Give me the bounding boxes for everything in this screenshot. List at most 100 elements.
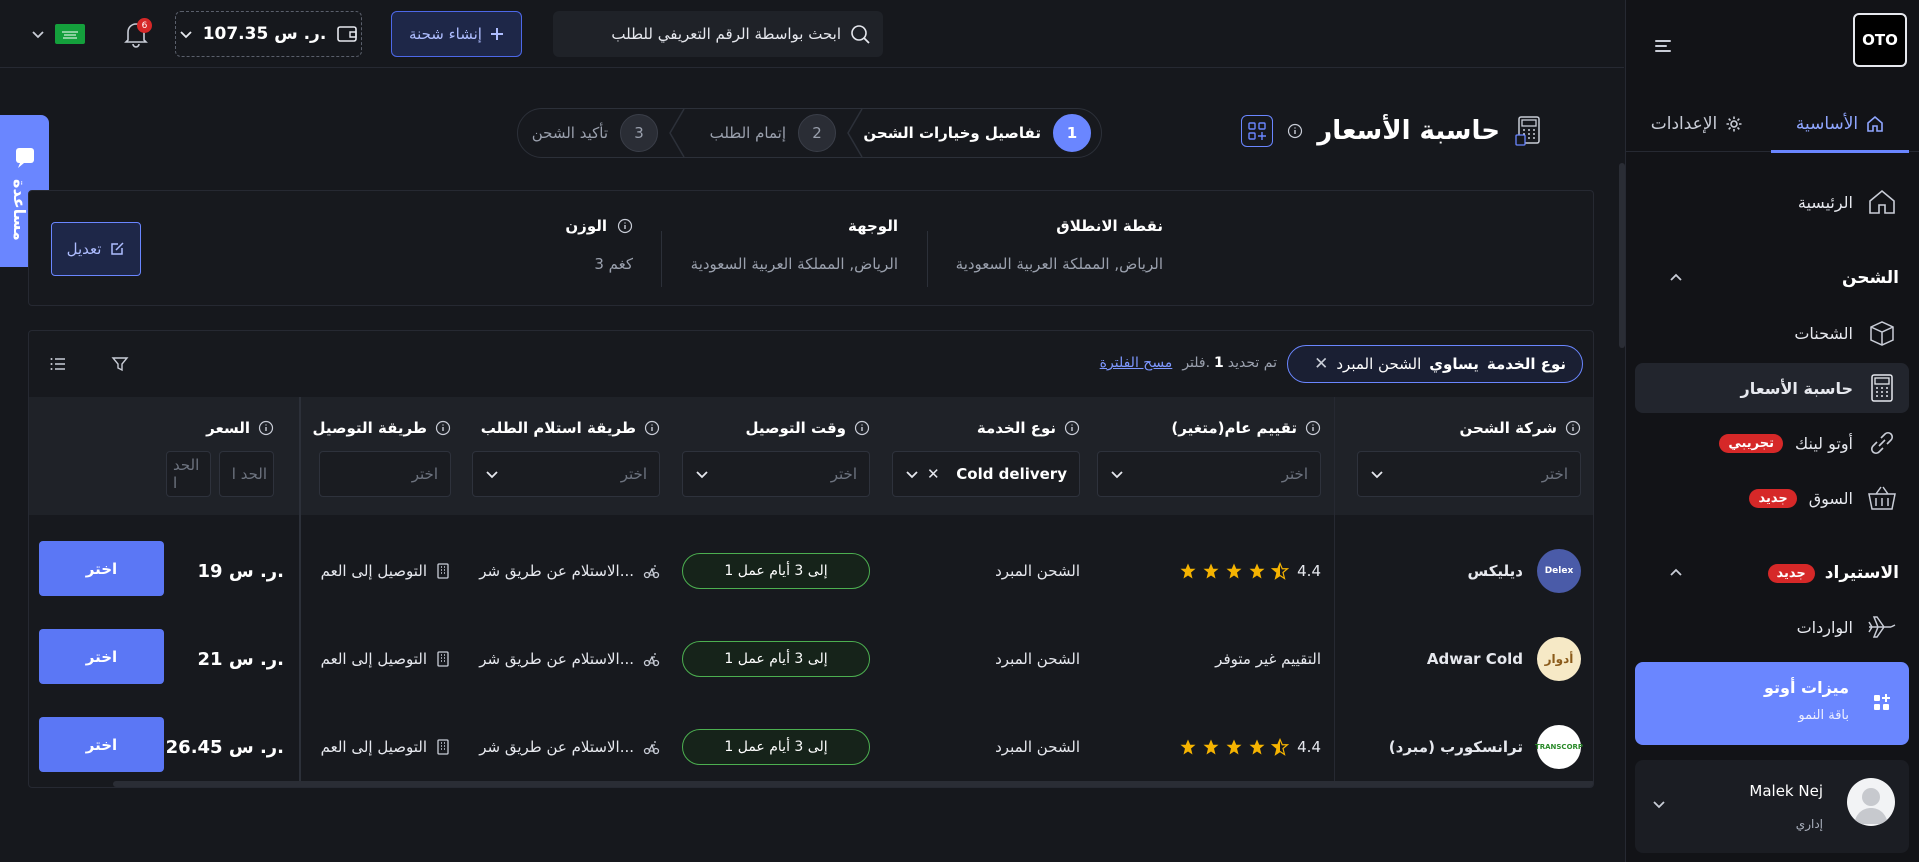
menu-collapse-icon[interactable] [1653, 36, 1673, 56]
tab-basic[interactable]: الأساسية [1771, 96, 1909, 153]
sidebar-item-price-calculator[interactable]: حاسبة الأسعار [1741, 368, 1899, 408]
service-filter-select[interactable]: ✕ Cold delivery [892, 451, 1080, 497]
sidebar-item-imports[interactable]: الواردات [1797, 607, 1899, 647]
info-icon[interactable] [258, 420, 274, 436]
results-table: ✕ الشحن المبرد يساوي نوع الخدمة مسح الفل… [28, 330, 1594, 788]
filter-info: مسح الفلترة فلتر. 1 تم تحديد [1100, 355, 1277, 371]
column-header-carrier[interactable]: شركة الشحن [1460, 419, 1581, 437]
service-cell: الشحن المبرد [995, 738, 1080, 756]
chevron-down-icon[interactable] [30, 26, 46, 42]
edit-icon [109, 241, 125, 257]
chevron-down-icon [1110, 467, 1124, 481]
create-shipment-label: إنشاء شحنة [409, 25, 482, 43]
info-icon[interactable] [1565, 420, 1581, 436]
house-icon [1865, 185, 1899, 219]
price-cell: 19 ر. س. [198, 527, 284, 615]
step-label: تأكيد الشحن [531, 124, 608, 142]
info-icon[interactable] [1287, 123, 1303, 139]
clear-filter-link[interactable]: مسح الفلترة [1100, 355, 1173, 371]
info-icon[interactable] [617, 218, 633, 234]
info-icon[interactable] [1305, 420, 1321, 436]
price-value: 26.45 ر. س. [165, 736, 284, 758]
new-badge: جديد [1767, 563, 1815, 583]
delivery-time-cell: 1 إلى 3 أيام عمل [682, 703, 870, 787]
choose-button[interactable]: اختر [39, 541, 164, 596]
step-number: 1 [1053, 114, 1091, 152]
chevron-down-icon [695, 467, 709, 481]
page-scrollbar[interactable] [1619, 163, 1625, 348]
search-input[interactable]: ابحث بواسطة الرقم التعريفي للطلب [553, 11, 883, 57]
gear-icon [1725, 115, 1743, 133]
carrier-cell: ديليكس Delex [1467, 527, 1581, 615]
info-icon[interactable] [435, 420, 451, 436]
column-header-rating[interactable]: تقييم عام(متغير) [1171, 419, 1321, 437]
apps-grid-icon[interactable] [1241, 115, 1274, 147]
wallet-balance[interactable]: 107.35 ر. س. [175, 11, 362, 57]
sidebar-item-label: حاسبة الأسعار [1740, 378, 1853, 398]
brand-logo[interactable]: OTO [1853, 13, 1907, 67]
info-icon[interactable] [854, 420, 870, 436]
active-filter-chip[interactable]: ✕ الشحن المبرد يساوي نوع الخدمة [1287, 345, 1583, 383]
delivery-time-filter-select[interactable]: اختر [682, 451, 870, 497]
weight-column: الوزن 3 كغم [565, 217, 633, 273]
weight-label: الوزن [565, 217, 607, 235]
edit-route-button[interactable]: تعديل [51, 222, 141, 276]
apps-plus-icon [1871, 692, 1893, 714]
step-label: إتمام الطلب [709, 124, 786, 142]
sidebar-item-shipments[interactable]: الشحنات [1794, 313, 1899, 353]
column-header-delivery-method[interactable]: طريقة التوصيل [312, 419, 451, 437]
chevron-up-icon[interactable] [1668, 270, 1684, 286]
section-shipping[interactable]: الشحن [1842, 263, 1899, 293]
saudi-flag-icon[interactable] [55, 24, 85, 44]
info-icon[interactable] [644, 420, 660, 436]
column-header-price[interactable]: السعر [206, 419, 274, 437]
filter-icon[interactable] [111, 355, 129, 373]
search-icon [849, 23, 871, 45]
sidebar-item-oto-link[interactable]: تجريبي أوتو لينك [1719, 423, 1899, 463]
delivery-method-cell: التوصيل إلى العم [319, 527, 451, 615]
column-header-pickup[interactable]: طريقة استلام الطلب [481, 419, 660, 437]
star-full-icon [1203, 739, 1219, 755]
tab-settings[interactable]: الإعدادات [1635, 96, 1759, 152]
horizontal-scrollbar[interactable] [113, 781, 1593, 787]
info-icon[interactable] [1064, 420, 1080, 436]
delivery-method-text: التوصيل إلى العم [320, 562, 427, 580]
sidebar-item-label: أوتو لينك [1795, 433, 1853, 453]
section-import[interactable]: جديد الاستيراد [1767, 558, 1899, 588]
sidebar-item-home[interactable]: الرئيسية [1798, 182, 1899, 222]
column-header-delivery-time[interactable]: وقت التوصيل [745, 419, 870, 437]
step-separator-icon [666, 109, 688, 157]
delivery-method-cell: التوصيل إلى العم [319, 703, 451, 787]
filter-chip-key: نوع الخدمة [1486, 355, 1566, 373]
avatar [1847, 778, 1895, 826]
columns-list-icon[interactable] [49, 355, 67, 373]
star-full-icon [1226, 739, 1242, 755]
user-card[interactable]: Malek Nej إداري [1635, 760, 1909, 853]
price-min-input[interactable]: الحد ا [219, 451, 274, 497]
carrier-cell: ترانسكورب (مبرد) TRANSCORP [1389, 703, 1583, 787]
origin-value: الرياض, المملكة العربية السعودية [955, 255, 1163, 273]
price-max-input[interactable]: الحد ا [166, 451, 211, 497]
step-3[interactable]: تأكيد الشحن 3 [532, 109, 658, 157]
create-shipment-button[interactable]: إنشاء شحنة [391, 11, 522, 57]
price-cell: 26.45 ر. س. [165, 703, 284, 787]
choose-button[interactable]: اختر [39, 629, 164, 684]
chevron-down-icon[interactable] [1651, 796, 1667, 812]
delivery-method-filter-select[interactable]: اختر [319, 451, 451, 497]
oto-features-card[interactable]: ميزات أوتو باقة النمو [1635, 662, 1909, 745]
courier-icon [642, 562, 660, 580]
clear-icon[interactable]: ✕ [927, 465, 940, 483]
pickup-filter-select[interactable]: اختر [472, 451, 660, 497]
chevron-down-icon [179, 27, 193, 41]
star-half-icon [1271, 738, 1290, 756]
rating-filter-select[interactable]: اختر [1097, 451, 1321, 497]
choose-button[interactable]: اختر [39, 717, 164, 772]
carrier-filter-select[interactable]: اختر [1357, 451, 1581, 497]
close-icon[interactable]: ✕ [1314, 354, 1328, 374]
step-1[interactable]: تفاصيل وخيارات الشحن 1 [863, 109, 1091, 157]
pickup-text: الاستلام عن طريق شر... [479, 738, 634, 756]
sidebar-item-market[interactable]: جديد السوق [1749, 478, 1899, 518]
chevron-up-icon[interactable] [1668, 565, 1684, 581]
step-2[interactable]: إتمام الطلب 2 [710, 109, 836, 157]
column-header-service[interactable]: نوع الخدمة [977, 419, 1080, 437]
